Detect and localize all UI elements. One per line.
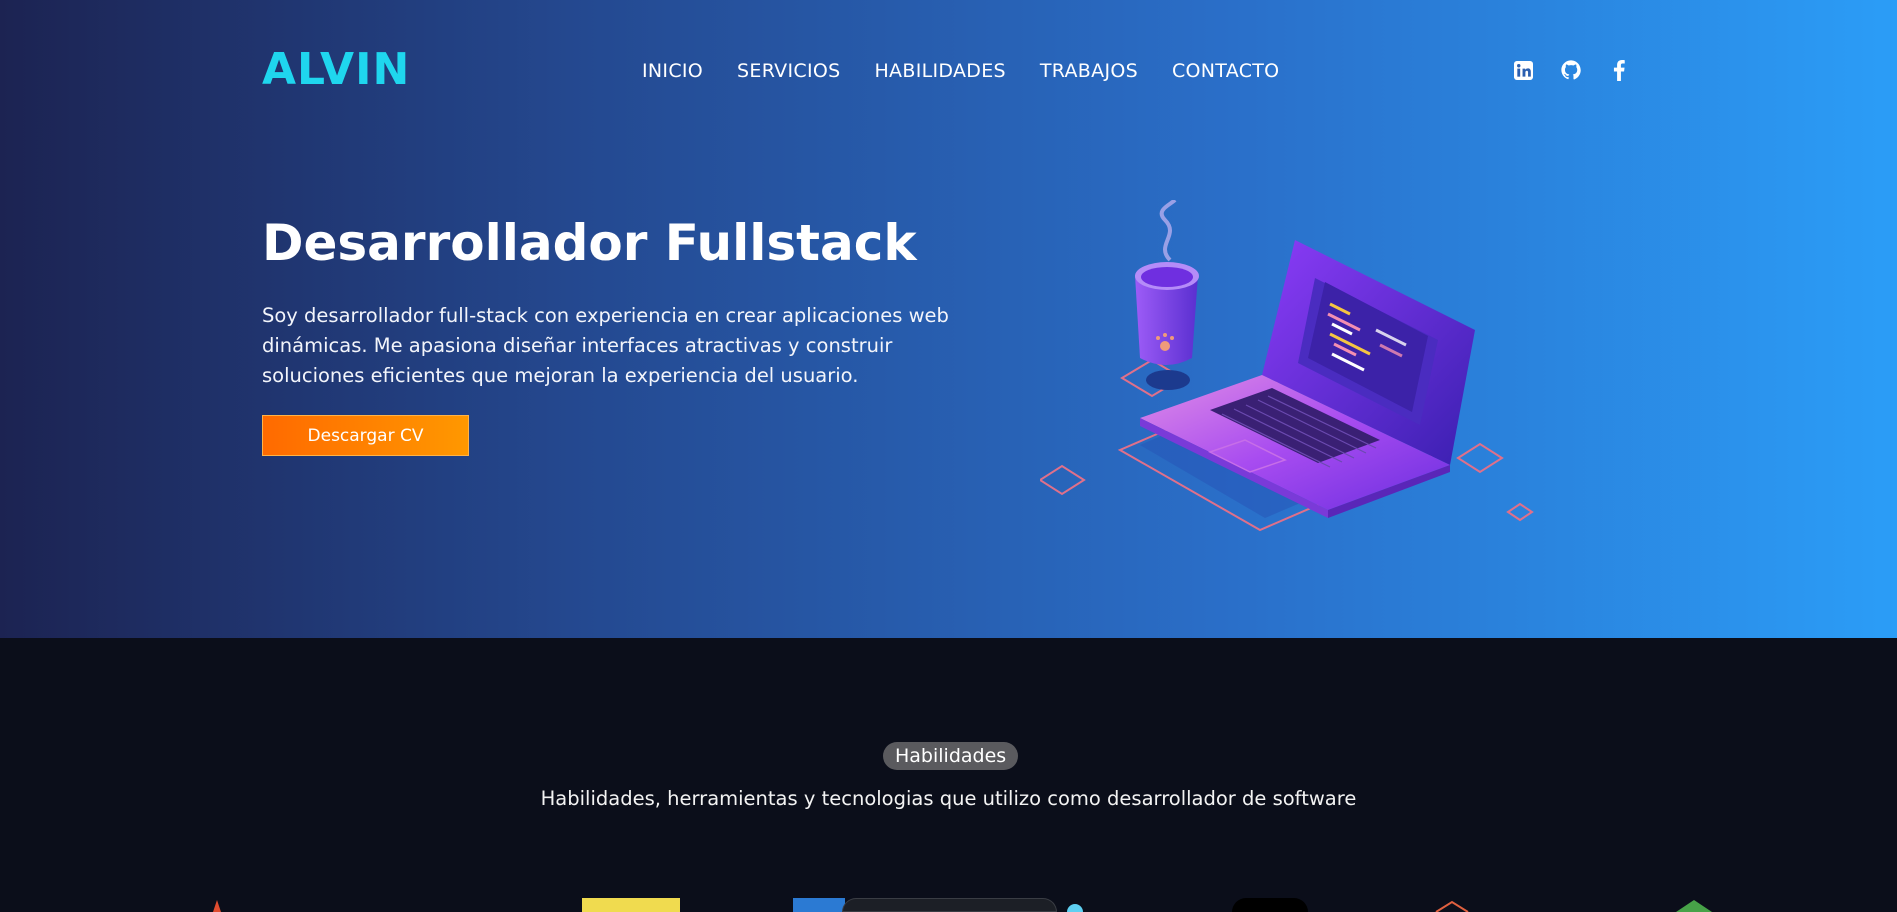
site-logo[interactable]: ALVIN (262, 44, 410, 95)
nav-item-habilidades[interactable]: HABILIDADES (874, 60, 1005, 82)
skill-icon (793, 898, 845, 912)
skill-icon (1676, 900, 1712, 912)
skills-badge: Habilidades (883, 742, 1019, 770)
skill-icon (213, 900, 221, 912)
social-links (1512, 59, 1630, 81)
hero-description-line: dinámicas. Me apasiona diseñar interface… (262, 334, 893, 357)
github-icon[interactable] (1560, 59, 1582, 81)
skill-icon (582, 898, 680, 912)
linkedin-icon[interactable] (1512, 59, 1534, 81)
skill-icon (1067, 904, 1083, 912)
skill-icon (842, 898, 1057, 912)
hero-description-line: Soy desarrollador full-stack con experie… (262, 304, 949, 327)
hero-title: Desarrollador Fullstack (262, 214, 917, 272)
nav-item-contacto[interactable]: CONTACTO (1172, 60, 1279, 82)
hero-section: ALVIN INICIO SERVICIOS HABILIDADES TRABA… (0, 0, 1897, 638)
skill-icon (1435, 900, 1469, 912)
skill-icon (1232, 898, 1308, 912)
hero-description-line: soluciones eficientes que mejoran la exp… (262, 364, 859, 387)
skills-subtitle: Habilidades, herramientas y tecnologias … (540, 787, 1357, 810)
download-cv-button[interactable]: Descargar CV (262, 415, 469, 456)
nav-item-servicios[interactable]: SERVICIOS (737, 60, 840, 82)
facebook-icon[interactable] (1608, 59, 1630, 81)
nav-item-inicio[interactable]: INICIO (642, 60, 703, 82)
laptop-illustration (1040, 200, 1534, 532)
main-nav: INICIO SERVICIOS HABILIDADES TRABAJOS CO… (642, 60, 1279, 82)
hero-description: Soy desarrollador full-stack con experie… (262, 301, 962, 391)
nav-item-trabajos[interactable]: TRABAJOS (1040, 60, 1138, 82)
